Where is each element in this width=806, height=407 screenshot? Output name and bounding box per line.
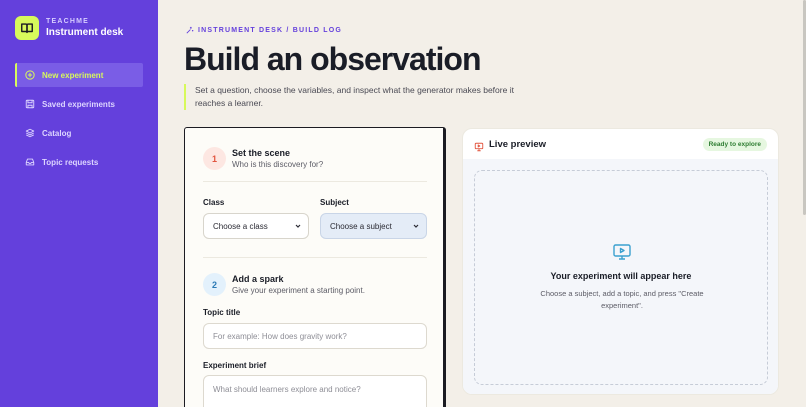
breadcrumb-text: INSTRUMENT DESK / BUILD LOG — [198, 27, 343, 34]
step-subtitle: Who is this discovery for? — [232, 160, 324, 169]
chevron-down-icon — [412, 222, 420, 230]
class-select[interactable]: Choose a class — [203, 213, 309, 239]
breadcrumb: INSTRUMENT DESK / BUILD LOG — [185, 26, 342, 35]
sidebar-item-catalog[interactable]: Catalog — [15, 121, 143, 145]
preview-title: Live preview — [489, 138, 547, 150]
preview-empty-state: Your experiment will appear here Choose … — [474, 170, 768, 385]
brand-name: Instrument desk — [46, 27, 124, 38]
presentation-icon — [474, 139, 484, 152]
sidebar-item-label: New experiment — [42, 70, 104, 80]
save-icon — [25, 99, 35, 109]
monitor-play-icon — [612, 242, 632, 262]
sidebar: TEACHME Instrument desk New experiment S… — [0, 0, 158, 407]
step-add-a-spark: 2 Add a spark Give your experiment a sta… — [203, 273, 365, 297]
sidebar-item-label: Saved experiments — [42, 99, 115, 109]
experiment-form: 1 Set the scene Who is this discovery fo… — [184, 127, 446, 407]
experiment-brief-input[interactable]: What should learners explore and notice? — [203, 375, 427, 407]
topic-title-placeholder: For example: How does gravity work? — [213, 331, 347, 341]
step-number: 2 — [203, 273, 226, 296]
book-icon — [15, 16, 39, 40]
brand[interactable]: TEACHME Instrument desk — [15, 16, 123, 40]
subject-label: Subject — [320, 198, 349, 207]
live-preview-panel: Live preview Ready to explore Your exper… — [462, 128, 779, 395]
topic-title-input[interactable]: For example: How does gravity work? — [203, 323, 427, 349]
page-intro: Set a question, choose the variables, an… — [184, 84, 534, 110]
empty-state-subtitle: Choose a subject, add a topic, and press… — [540, 289, 704, 310]
topic-title-label: Topic title — [203, 308, 241, 317]
layers-icon — [25, 128, 35, 138]
subject-select[interactable]: Choose a subject — [320, 213, 427, 239]
sidebar-item-label: Catalog — [42, 128, 72, 138]
step-title: Add a spark — [232, 274, 284, 284]
inbox-icon — [25, 157, 35, 167]
class-select-value: Choose a class — [213, 221, 268, 231]
sidebar-nav: New experiment Saved experiments Catalog… — [15, 63, 143, 179]
sidebar-item-new-experiment[interactable]: New experiment — [15, 63, 143, 87]
sidebar-item-topic-requests[interactable]: Topic requests — [15, 150, 143, 174]
step-title: Set the scene — [232, 148, 291, 158]
subject-select-value: Choose a subject — [330, 221, 392, 231]
sidebar-item-saved-experiments[interactable]: Saved experiments — [15, 92, 143, 116]
sidebar-item-label: Topic requests — [42, 157, 99, 167]
step-subtitle: Give your experiment a starting point. — [232, 286, 365, 295]
experiment-brief-placeholder: What should learners explore and notice? — [213, 385, 361, 394]
class-label: Class — [203, 198, 225, 207]
preview-header: Live preview Ready to explore — [463, 129, 778, 159]
status-badge: Ready to explore — [702, 138, 767, 151]
divider — [203, 257, 427, 258]
preview-body: Your experiment will appear here Choose … — [463, 159, 778, 394]
step-set-the-scene: 1 Set the scene Who is this discovery fo… — [203, 147, 323, 171]
sparkle-icon — [185, 26, 194, 35]
chevron-down-icon — [294, 222, 302, 230]
experiment-brief-label: Experiment brief — [203, 361, 267, 370]
divider — [203, 181, 427, 182]
brand-kicker: TEACHME — [46, 18, 90, 25]
step-number: 1 — [203, 147, 226, 170]
plus-circle-icon — [25, 70, 35, 80]
empty-state-title: Your experiment will appear here — [550, 271, 692, 281]
page-title: Build an observation — [184, 41, 481, 77]
